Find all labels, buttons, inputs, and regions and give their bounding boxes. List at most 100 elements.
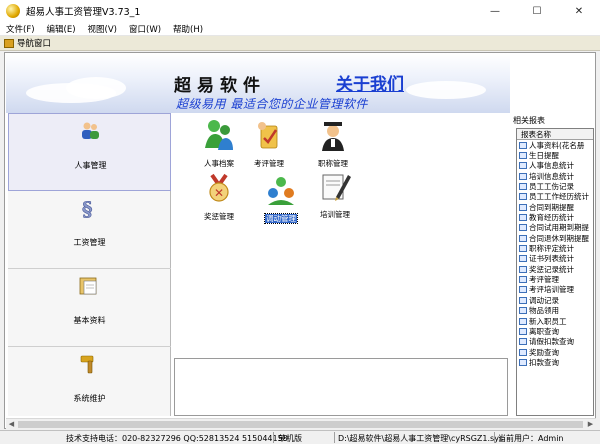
report-label: 教育经历统计 [529,213,574,223]
report-item[interactable]: 合同试用期到期提 [517,223,593,233]
menu-file[interactable]: 文件(F) [6,23,35,35]
report-item[interactable]: 教育经历统计 [517,212,593,222]
tile-title[interactable]: 职称管理 [306,118,360,172]
report-icon [519,276,527,284]
menu-bar: 文件(F) 编辑(E) 视图(V) 窗口(W) 帮助(H) [0,22,600,36]
reports-header[interactable]: 报表名称 [517,129,593,140]
report-item[interactable]: 扣款查询 [517,357,593,367]
report-item[interactable]: 人事信息统计 [517,161,593,171]
report-icon [519,234,527,242]
scroll-right-icon[interactable]: ▶ [586,420,595,429]
window-title: 超易人事工资管理V3.73_1 [26,7,141,18]
report-label: 奖励查询 [529,347,559,357]
maximize-button[interactable]: ☐ [516,0,558,22]
nav-label: 工资管理 [73,238,106,247]
nav-salary[interactable]: § 工资管理 [8,191,171,269]
report-label: 合同退休到期提醒 [529,233,589,243]
scroll-left-icon[interactable]: ◀ [7,420,16,429]
people-icon [82,122,99,139]
report-item[interactable]: 证书列表统计 [517,254,593,264]
menu-view[interactable]: 视图(V) [88,23,117,35]
report-item[interactable]: 考评管理 [517,274,593,284]
banner: 超易软件 关于我们 超级易用 最适合您的企业管理软件 [6,53,510,113]
report-item[interactable]: 奖惩记录统计 [517,264,593,274]
hammer-icon [80,355,94,374]
horizontal-scrollbar[interactable]: ◀ ▶ [6,418,596,429]
menu-window[interactable]: 窗口(W) [129,23,161,35]
report-icon [519,327,527,335]
personnel-file-icon [205,120,233,150]
left-nav: 人事管理 § 工资管理 基本资料 系统维护 [8,113,171,425]
status-path: D:\超易软件\超易人事工资管理\cyRSGZ1.sys [338,434,504,443]
detail-panel [174,358,508,416]
report-item[interactable]: 离职查询 [517,326,593,336]
report-item[interactable]: 员工工作经历统计 [517,192,593,202]
report-icon [519,214,527,222]
svg-text:§: § [82,197,92,219]
report-icon [519,265,527,273]
reports-list: 报表名称 人事资料(花名册 生日提醒 人事信息统计 培训信息统计 员工工伤记录 员工工作经… [516,128,594,416]
report-item[interactable]: 调动记录 [517,295,593,305]
report-item[interactable]: 新入职员工 [517,316,593,326]
report-label: 人事信息统计 [529,161,574,171]
tile-label: 奖惩管理 [204,212,234,221]
report-item[interactable]: 考评培训管理 [517,285,593,295]
report-label: 请假扣款查询 [529,337,574,347]
status-mode: 单机版 [278,434,302,443]
nav-window-icon [4,38,14,48]
report-icon [519,307,527,315]
nav-system[interactable]: 系统维护 [8,347,171,425]
module-icons-area: 人事档案 考评管理 职称管理 ✕ 奖惩管理 调动管理 培训管理 [174,113,508,356]
report-label: 人事资料(花名册 [529,140,585,150]
tile-medal[interactable]: ✕ 奖惩管理 [192,171,246,225]
nav-basic-data[interactable]: 基本资料 [8,269,171,347]
minimize-button[interactable]: — [474,0,516,22]
report-icon [519,338,527,346]
tile-label-selected: 调动管理 [264,213,298,224]
menu-edit[interactable]: 编辑(E) [47,23,76,35]
tile-label: 培训管理 [320,210,350,219]
tile-label: 调动管理 [254,213,308,224]
menu-help[interactable]: 帮助(H) [173,23,203,35]
report-icon [519,296,527,304]
report-item[interactable]: 员工工伤记录 [517,181,593,191]
toolbar: 导航窗口 [0,36,600,51]
tile-label: 职称管理 [318,159,348,168]
scroll-thumb[interactable] [18,421,583,428]
report-label: 物品领用 [529,306,559,316]
report-item[interactable]: 物品领用 [517,306,593,316]
tile-training[interactable]: 培训管理 [308,169,362,223]
nav-label: 基本资料 [73,316,106,325]
close-button[interactable]: ✕ [558,0,600,22]
app-logo-icon [6,4,20,18]
report-item[interactable]: 奖励查询 [517,347,593,357]
report-item[interactable]: 请假扣款查询 [517,337,593,347]
report-label: 考评管理 [529,275,559,285]
report-item[interactable]: 人事资料(花名册 [517,140,593,150]
report-label: 生日提醒 [529,151,559,161]
nav-window-tab[interactable]: 导航窗口 [17,37,51,49]
tile-label: 人事档案 [204,159,234,168]
banner-title: 超易软件 [174,76,266,96]
tile-personnel-file[interactable]: 人事档案 [192,118,246,172]
report-label: 培训信息统计 [529,171,574,181]
report-icon [519,172,527,180]
tile-transfer[interactable]: 调动管理 [254,173,308,227]
report-item[interactable]: 合同退休到期提醒 [517,233,593,243]
training-icon [322,174,351,201]
right-top-panel [510,53,595,113]
report-item[interactable]: 培训信息统计 [517,171,593,181]
report-icon [519,152,527,160]
report-icon [519,203,527,211]
folder-icon [79,277,97,295]
nav-personnel[interactable]: 人事管理 [8,113,171,191]
about-us-link[interactable]: 关于我们 [336,70,404,95]
report-item[interactable]: 职称评定统计 [517,243,593,253]
tile-evaluation[interactable]: 考评管理 [242,118,296,172]
report-item[interactable]: 合同到期提醒 [517,202,593,212]
nav-label: 系统维护 [73,394,106,403]
tile-label: 考评管理 [254,159,284,168]
report-label: 员工工作经历统计 [529,192,589,202]
report-label: 离职查询 [529,326,559,336]
report-item[interactable]: 生日提醒 [517,150,593,160]
